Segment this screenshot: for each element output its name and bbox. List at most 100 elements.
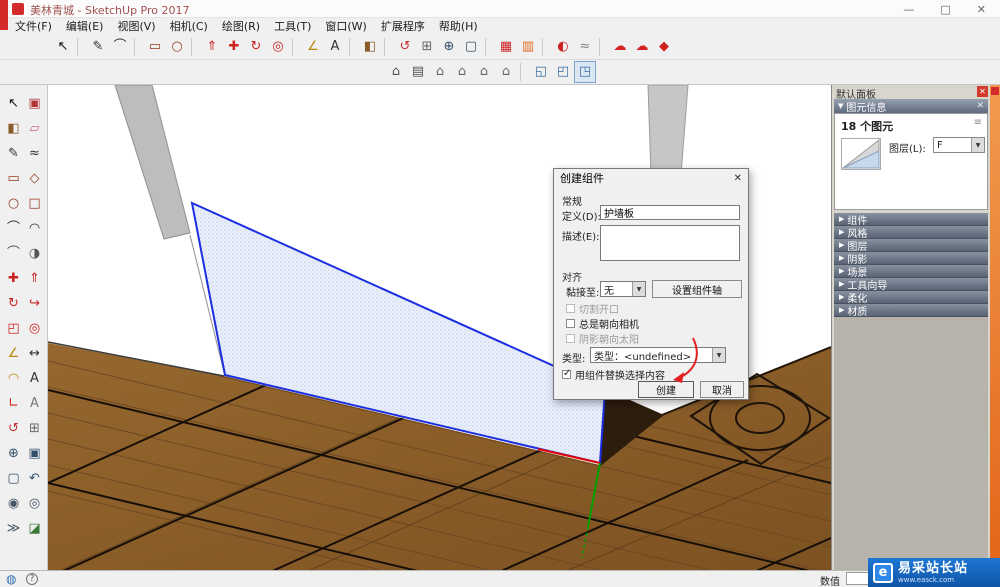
rotated-rectangle-tool[interactable]: ◇ [24, 166, 45, 191]
front-view[interactable]: ⌂ [429, 61, 451, 83]
minimize-button[interactable]: — [903, 3, 914, 16]
freehand-tool[interactable]: ≈ [24, 141, 45, 166]
warehouse-icon[interactable]: ▦ [495, 36, 517, 58]
left-view[interactable]: ⌂ [495, 61, 517, 83]
set-component-axes-button[interactable]: 设置组件轴 [652, 280, 742, 298]
tray-close-icon[interactable]: ✕ [977, 86, 988, 97]
paint-bucket-tool[interactable]: ◧ [3, 116, 24, 141]
make-component-tool[interactable]: ▣ [24, 91, 45, 116]
text-tool[interactable]: A [24, 366, 45, 391]
circle-tool[interactable]: ○ [3, 191, 24, 216]
menu-item-3[interactable]: 相机(C) [163, 17, 215, 35]
replace-selection-checkbox[interactable]: 用组件替换选择内容 [562, 367, 665, 382]
orbit-tool[interactable]: ↺ [394, 36, 416, 58]
zoom-tool[interactable]: ⊕ [3, 441, 24, 466]
line-tool[interactable]: ✎ [3, 141, 24, 166]
dimension-tool[interactable]: ↔ [24, 341, 45, 366]
eraser-tool[interactable]: ▱ [24, 116, 45, 141]
line-tool[interactable]: ✎ [87, 36, 109, 58]
tape-measure-tool[interactable]: ∠ [302, 36, 324, 58]
entity-info-header[interactable]: ▼ 图元信息 ✕ [834, 99, 988, 113]
zoom-extents-tool[interactable]: ▢ [3, 466, 24, 491]
zoom-window-tool[interactable]: ▣ [24, 441, 45, 466]
maximize-button[interactable]: □ [940, 3, 950, 16]
dialog-title-bar[interactable]: 创建组件 ✕ [554, 169, 748, 187]
rectangle-tool[interactable]: ▭ [3, 166, 24, 191]
shadows-face-sun-checkbox[interactable]: 阴影朝向太阳 [566, 331, 639, 346]
text-tool[interactable]: A [324, 36, 346, 58]
menu-item-7[interactable]: 扩展程序 [374, 17, 432, 35]
two-point-perspective-toggle[interactable]: ◳ [574, 61, 596, 83]
push-pull-tool[interactable]: ⇑ [201, 36, 223, 58]
download-model-icon[interactable]: ☁ [631, 36, 653, 58]
glue-to-dropdown[interactable]: 无 ▼ [600, 281, 646, 297]
position-camera-tool[interactable]: ◉ [3, 491, 24, 516]
type-dropdown[interactable]: 类型：<undefined> ▼ [590, 347, 726, 363]
menu-item-2[interactable]: 视图(V) [110, 17, 162, 35]
pan-tool[interactable]: ⊞ [416, 36, 438, 58]
orbit-tool[interactable]: ↺ [3, 416, 24, 441]
description-input[interactable] [600, 225, 740, 261]
menu-item-0[interactable]: 文件(F) [8, 17, 59, 35]
offset-tool[interactable]: ◎ [24, 316, 45, 341]
menu-item-6[interactable]: 窗口(W) [318, 17, 373, 35]
parallel-projection-toggle[interactable]: ◰ [552, 61, 574, 83]
right-view[interactable]: ⌂ [451, 61, 473, 83]
menu-item-1[interactable]: 编辑(E) [59, 17, 111, 35]
rectangle-tool[interactable]: ▭ [144, 36, 166, 58]
zoom-tool[interactable]: ⊕ [438, 36, 460, 58]
menu-item-5[interactable]: 工具(T) [267, 17, 318, 35]
offset-tool[interactable]: ◎ [267, 36, 289, 58]
help-icon[interactable]: ? [26, 573, 38, 585]
previous-view-tool[interactable]: ↶ [24, 466, 45, 491]
perspective-toggle[interactable]: ◱ [530, 61, 552, 83]
components-icon[interactable]: ▥ [517, 36, 539, 58]
menu-item-8[interactable]: 帮助(H) [432, 17, 485, 35]
shadows-toggle[interactable]: ◐ [552, 36, 574, 58]
push-pull-tool[interactable]: ⇑ [24, 266, 45, 291]
entity-info-close-icon[interactable]: ✕ [976, 101, 984, 111]
arc-tool[interactable]: ⌒ [109, 36, 131, 58]
circle-tool[interactable]: ○ [166, 36, 188, 58]
share-model-icon[interactable]: ☁ [609, 36, 631, 58]
always-face-camera-checkbox[interactable]: 总是朝向相机 [566, 316, 639, 331]
cancel-button[interactable]: 取消 [700, 381, 744, 398]
follow-me-tool[interactable]: ↪ [24, 291, 45, 316]
tray-section-7[interactable]: ▶材质 [834, 304, 988, 317]
two-point-arc-tool[interactable]: ◠ [24, 216, 45, 241]
layer-dropdown[interactable]: F ▼ [933, 137, 985, 153]
move-tool[interactable]: ✚ [223, 36, 245, 58]
definition-input[interactable] [600, 205, 740, 220]
cut-opening-checkbox[interactable]: 切割开口 [566, 301, 619, 316]
menu-item-4[interactable]: 绘图(R) [215, 17, 267, 35]
pie-tool[interactable]: ◑ [24, 241, 45, 266]
rotate-tool[interactable]: ↻ [3, 291, 24, 316]
axes-tool[interactable]: ∟ [3, 391, 24, 416]
section-plane-tool[interactable]: ◪ [24, 516, 45, 541]
select-tool[interactable]: ↖ [52, 36, 74, 58]
iso-view[interactable]: ⌂ [385, 61, 407, 83]
arc-tool[interactable]: ⌒ [3, 216, 24, 241]
scale-tool[interactable]: ◰ [3, 316, 24, 341]
polygon-tool[interactable]: □ [24, 191, 45, 216]
pan-tool[interactable]: ⊞ [24, 416, 45, 441]
dialog-close-icon[interactable]: ✕ [734, 173, 742, 184]
entity-details-icon[interactable]: ≡ [974, 117, 982, 128]
extension-warehouse-icon[interactable]: ◆ [653, 36, 675, 58]
protractor-tool[interactable]: ◠ [3, 366, 24, 391]
move-tool[interactable]: ✚ [3, 266, 24, 291]
paint-bucket-tool[interactable]: ◧ [359, 36, 381, 58]
walk-tool[interactable]: ≫ [3, 516, 24, 541]
back-view[interactable]: ⌂ [473, 61, 495, 83]
3d-text-tool[interactable]: A [24, 391, 45, 416]
zoom-extents-tool[interactable]: ▢ [460, 36, 482, 58]
fog-toggle[interactable]: ≈ [574, 36, 596, 58]
top-view[interactable]: ▤ [407, 61, 429, 83]
rotate-tool[interactable]: ↻ [245, 36, 267, 58]
three-point-arc-tool[interactable]: ⌒ [3, 241, 24, 266]
select-tool[interactable]: ↖ [3, 91, 24, 116]
create-button[interactable]: 创建 [638, 381, 694, 398]
geolocation-icon[interactable]: ◍ [6, 572, 16, 586]
look-around-tool[interactable]: ◎ [24, 491, 45, 516]
tape-measure-tool[interactable]: ∠ [3, 341, 24, 366]
